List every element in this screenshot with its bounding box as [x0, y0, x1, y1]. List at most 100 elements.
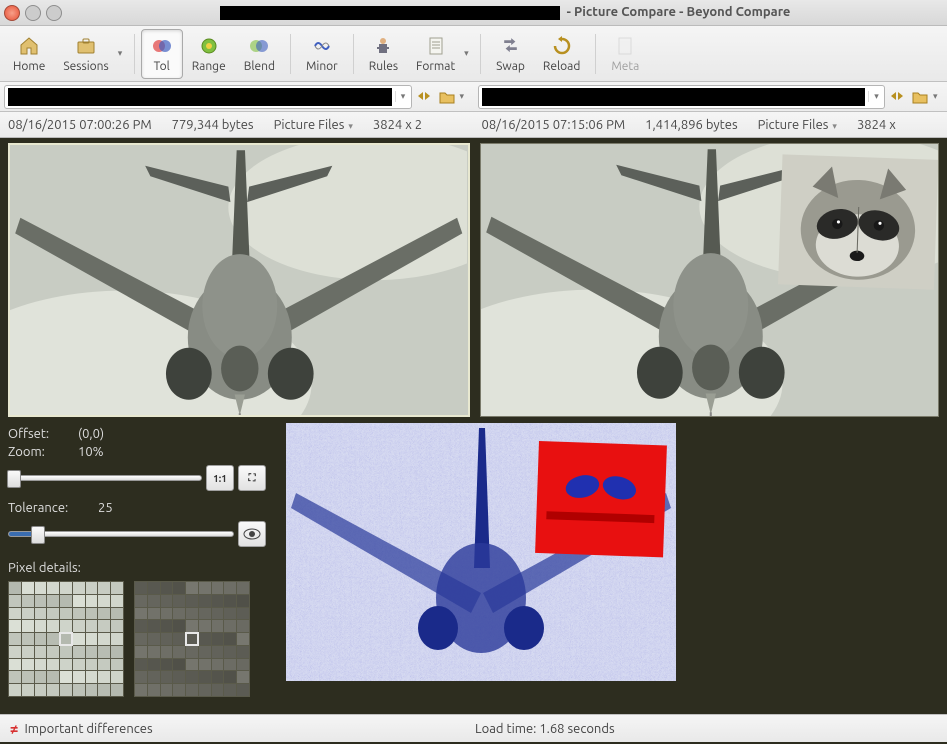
window-close-button[interactable] [4, 5, 20, 21]
left-history-button[interactable] [414, 87, 434, 107]
zoom-value: 10% [78, 445, 104, 459]
left-path-cell: ▾ ▾ [0, 82, 474, 111]
swap-button[interactable]: Swap [487, 29, 534, 79]
meta-label: Meta [611, 60, 639, 73]
right-type-dropdown[interactable]: Picture Files [758, 118, 837, 132]
format-label: Format [416, 60, 455, 73]
right-path-input[interactable]: ▾ [478, 85, 886, 109]
reload-button[interactable]: Reload [534, 29, 589, 79]
status-message: Important differences [24, 722, 152, 736]
difference-pane [266, 423, 939, 708]
sessions-label: Sessions [63, 60, 108, 73]
window-title: - Picture Compare - Beyond Compare [67, 5, 943, 20]
controls-panel: Offset: (0,0) Zoom: 10% 1:1 ⛶ Tolerance:… [8, 423, 266, 708]
tolerance-label: Tol [154, 60, 170, 73]
zoom-fit-button[interactable]: ⛶ [238, 465, 266, 491]
format-button[interactable]: Format [407, 29, 464, 79]
meta-icon [613, 34, 637, 58]
home-label: Home [13, 60, 45, 73]
zoom-slider[interactable] [8, 475, 202, 481]
difference-image[interactable] [286, 423, 676, 681]
window-maximize-button[interactable] [46, 5, 62, 21]
format-dropdown-icon[interactable]: ▾ [464, 48, 474, 59]
main-toolbar: Home Sessions ▾ Tol Range Blend Minor Ru… [0, 26, 947, 82]
right-dimensions: 3824 x [857, 118, 896, 132]
separator [480, 34, 481, 74]
minor-label: Minor [306, 60, 338, 73]
zoom-actual-button[interactable]: 1:1 [206, 465, 234, 491]
chevron-down-icon[interactable]: ▾ [868, 91, 884, 102]
load-time: Load time: 1.68 seconds [475, 722, 615, 736]
app-title: - Picture Compare - Beyond Compare [567, 5, 791, 19]
left-picture[interactable] [8, 143, 470, 417]
offset-value: (0,0) [78, 427, 104, 441]
briefcase-icon [74, 34, 98, 58]
zoom-label: Zoom: [8, 445, 78, 459]
rules-button[interactable]: Rules [360, 29, 407, 79]
range-button[interactable]: Range [183, 29, 235, 79]
blend-icon [247, 34, 271, 58]
tolerance-label: Tolerance: [8, 501, 98, 515]
separator [595, 34, 596, 74]
range-icon [197, 34, 221, 58]
right-browse-button[interactable] [911, 87, 931, 107]
path-row: ▾ ▾ ▾ ▾ [0, 82, 947, 112]
bottom-pane: Offset: (0,0) Zoom: 10% 1:1 ⛶ Tolerance:… [0, 417, 947, 714]
minor-button[interactable]: Minor [297, 29, 347, 79]
tolerance-slider[interactable] [8, 531, 234, 537]
tolerance-button[interactable]: Tol [141, 29, 183, 79]
home-icon [17, 34, 41, 58]
status-bar: ≠ Important differences Load time: 1.68 … [0, 714, 947, 742]
reload-icon [550, 34, 574, 58]
separator [353, 34, 354, 74]
chevron-down-icon[interactable]: ▾ [395, 91, 411, 102]
file-info-row: 08/16/2015 07:00:26 PM 779,344 bytes Pic… [0, 112, 947, 138]
right-date: 08/16/2015 07:15:06 PM [482, 118, 626, 132]
sessions-dropdown-icon[interactable]: ▾ [118, 48, 128, 59]
right-browse-dropdown-icon[interactable]: ▾ [933, 91, 943, 102]
swap-icon [499, 34, 523, 58]
left-file-info: 08/16/2015 07:00:26 PM 779,344 bytes Pic… [0, 112, 474, 137]
redacted-path [8, 88, 392, 106]
tolerance-eye-button[interactable] [238, 521, 266, 547]
blend-label: Blend [244, 60, 275, 73]
left-browse-dropdown-icon[interactable]: ▾ [460, 91, 470, 102]
meta-button: Meta [602, 29, 648, 79]
blend-button[interactable]: Blend [235, 29, 284, 79]
left-type-dropdown[interactable]: Picture Files [274, 118, 353, 132]
aircraft-with-raccoon-image [481, 144, 938, 417]
minor-icon [310, 34, 334, 58]
left-path-input[interactable]: ▾ [4, 85, 412, 109]
title-bar: - Picture Compare - Beyond Compare [0, 0, 947, 26]
tolerance-icon [150, 34, 174, 58]
eye-icon [243, 527, 261, 541]
redacted-path [482, 88, 866, 106]
swap-label: Swap [496, 60, 525, 73]
window-minimize-button[interactable] [25, 5, 41, 21]
left-browse-button[interactable] [438, 87, 458, 107]
right-history-button[interactable] [887, 87, 907, 107]
right-path-cell: ▾ ▾ [474, 82, 947, 111]
rules-label: Rules [369, 60, 398, 73]
offset-label: Offset: [8, 427, 78, 441]
right-size: 1,414,896 bytes [645, 118, 737, 132]
left-date: 08/16/2015 07:00:26 PM [8, 118, 152, 132]
right-picture[interactable] [480, 143, 940, 417]
separator [290, 34, 291, 74]
format-icon [424, 34, 448, 58]
tolerance-value: 25 [98, 501, 113, 515]
home-button[interactable]: Home [4, 29, 54, 79]
separator [134, 34, 135, 74]
picture-compare-pane [0, 138, 947, 417]
left-pixel-grid [8, 581, 124, 697]
range-label: Range [192, 60, 226, 73]
pixel-details-label: Pixel details: [8, 561, 266, 575]
not-equal-icon: ≠ [10, 720, 18, 737]
aircraft-image [10, 145, 467, 417]
left-size: 779,344 bytes [172, 118, 254, 132]
right-pixel-grid [134, 581, 250, 697]
right-file-info: 08/16/2015 07:15:06 PM 1,414,896 bytes P… [474, 112, 947, 137]
reload-label: Reload [543, 60, 580, 73]
rules-icon [371, 34, 395, 58]
sessions-button[interactable]: Sessions [54, 29, 117, 79]
